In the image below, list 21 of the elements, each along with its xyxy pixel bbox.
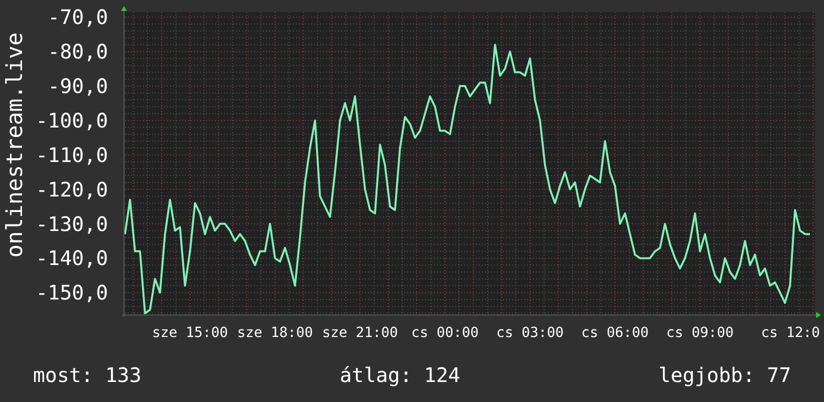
y-axis-title: onlinestream.live (3, 32, 28, 258)
x-tick-label: sze 15:00 (152, 325, 228, 341)
y-tick-label: -120,0 (36, 177, 108, 202)
x-tick-label: cs 06:00 (581, 325, 649, 341)
y-tick-label: -130,0 (36, 212, 108, 236)
x-tick-label: sze 21:00 (322, 325, 398, 341)
y-tick-label: -80,0 (48, 40, 108, 64)
x-tick-label: cs 12:0 (760, 325, 820, 341)
y-tick-label: -90,0 (48, 74, 108, 98)
x-tick-label: cs 09:00 (666, 325, 734, 341)
y-tick-label: -140,0 (36, 246, 108, 270)
stat-text: most: 133 (33, 362, 142, 389)
stat-text: legjobb: 77 (658, 362, 791, 389)
x-tick-label: cs 03:00 (496, 325, 564, 341)
y-tick-label: -150,0 (36, 280, 108, 305)
y-tick-label: -70,0 (48, 5, 108, 30)
x-tick-label: sze 18:00 (237, 325, 313, 341)
x-tick-label: cs 00:00 (411, 325, 479, 341)
y-tick-label: -100,0 (36, 108, 108, 132)
stat-text: átlag: 124 (340, 362, 460, 389)
y-tick-label: -110,0 (36, 142, 108, 167)
